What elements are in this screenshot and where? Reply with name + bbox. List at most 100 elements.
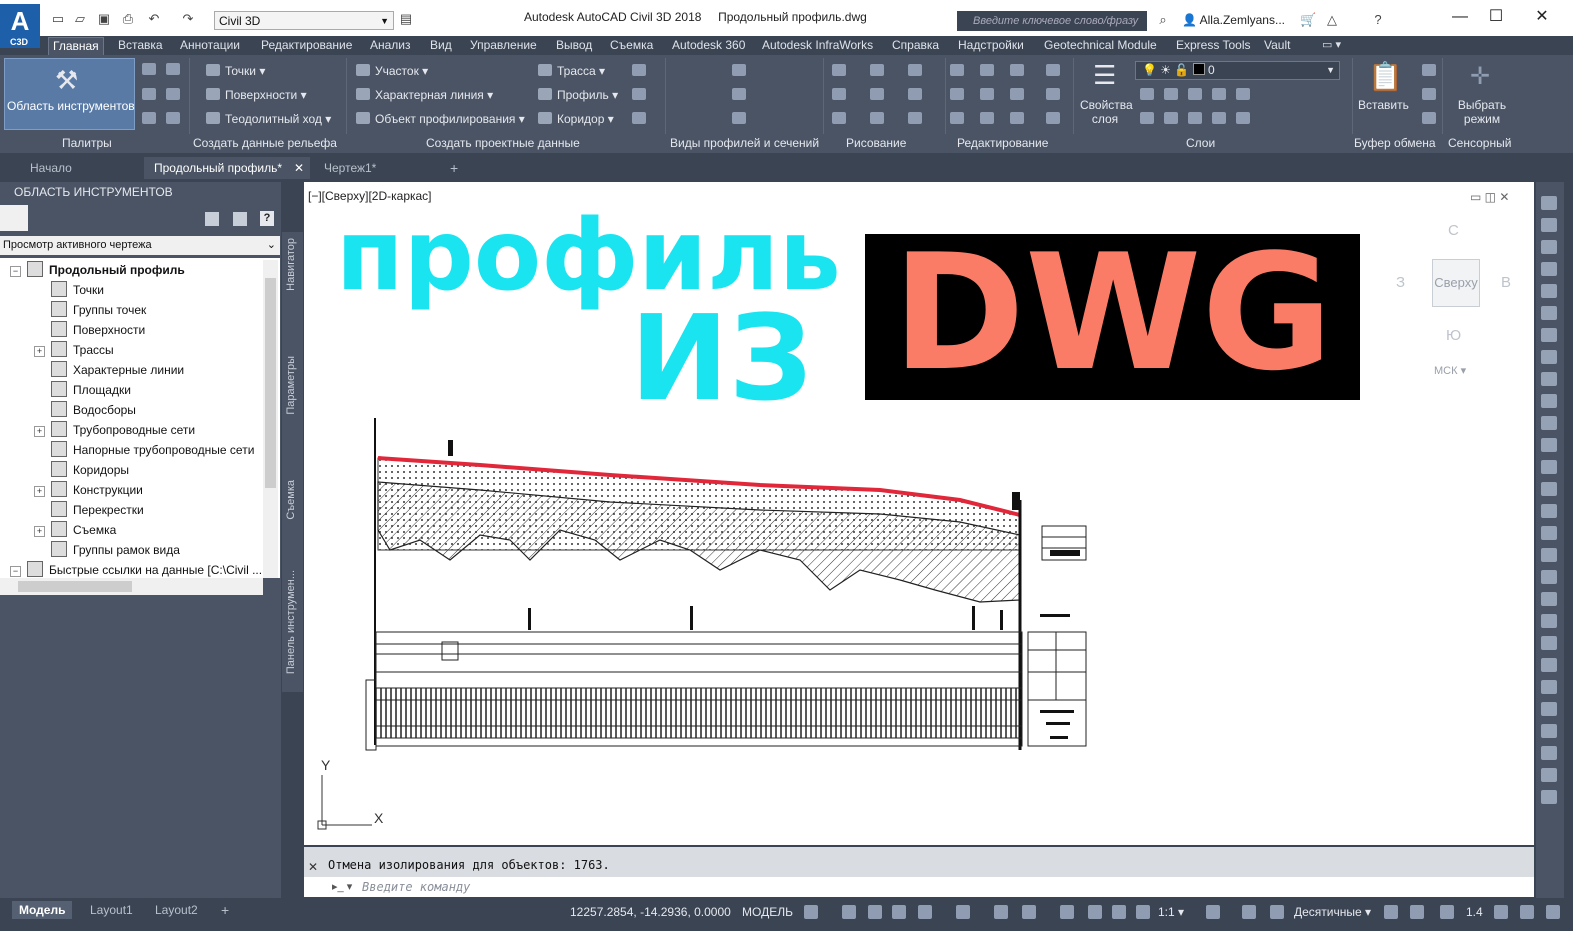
ribbon-tab-6[interactable]: Управление (466, 37, 541, 54)
nav-tool-icon[interactable] (1541, 504, 1557, 518)
open-icon[interactable]: ▱ (72, 12, 88, 26)
annotation-scale[interactable]: 1:1 ▾ (1158, 905, 1184, 919)
nav-tool-icon[interactable] (1541, 790, 1557, 804)
nav-tool-icon[interactable] (1541, 526, 1557, 540)
side-tab-navigator[interactable]: Навигатор (285, 238, 297, 291)
tree-expander-icon[interactable]: + (34, 526, 45, 537)
match-icon[interactable] (1422, 112, 1436, 124)
prospector-icon[interactable] (142, 63, 156, 75)
tree-expander-icon[interactable]: + (34, 426, 45, 437)
tree-scrollbar[interactable] (263, 260, 278, 578)
draw-tool-icon[interactable] (870, 112, 884, 124)
ribbon-panel-title-8[interactable]: Сенсорный (1448, 135, 1511, 151)
nav-tool-icon[interactable] (1541, 570, 1557, 584)
tree-item[interactable]: + Трубопроводные сети (34, 420, 195, 440)
draw-tool-icon[interactable] (832, 64, 846, 76)
status-toggle-icon[interactable] (1440, 905, 1454, 919)
draw-tool-icon[interactable] (950, 64, 964, 76)
grading-button[interactable]: Объект профилирования ▾ (356, 112, 525, 126)
layer-select[interactable]: 💡 ☀ 🔓 0 ▼ (1135, 61, 1340, 80)
model-space-toggle[interactable]: МОДЕЛЬ (742, 905, 793, 919)
status-toggle-icon[interactable] (1494, 905, 1508, 919)
tree-item[interactable]: Характерные линии (34, 360, 184, 380)
tree-item[interactable]: Группы точек (34, 300, 146, 320)
feature-line-button[interactable]: Характерная линия ▾ (356, 88, 493, 102)
viewcube-face[interactable]: Сверху (1432, 259, 1480, 307)
ribbon-tab-5[interactable]: Вид (426, 37, 456, 54)
draw-tool-icon[interactable] (950, 112, 964, 124)
corridor-button[interactable]: Коридор ▾ (538, 112, 614, 126)
draw-tool-icon[interactable] (1046, 88, 1060, 100)
view-mode-select[interactable]: Просмотр активного чертежа ⌄ (0, 236, 280, 255)
close-button[interactable]: ✕ (1524, 6, 1560, 28)
survey-icon[interactable] (142, 88, 156, 100)
tree-item[interactable]: − Продольный профиль (10, 260, 185, 280)
ribbon-panel-title-0[interactable]: Палитры (62, 135, 112, 151)
print-icon[interactable]: ⎙ (120, 12, 136, 26)
ribbon-tab-14[interactable]: Express Tools (1172, 37, 1254, 54)
status-toggle-icon[interactable] (1384, 905, 1398, 919)
tree-item[interactable]: + Трассы (34, 340, 114, 360)
sample-lines-icon[interactable] (732, 88, 746, 100)
redo-icon[interactable]: ↷ (180, 12, 196, 26)
paste-button[interactable]: Вставить (1358, 98, 1409, 112)
traverse-button[interactable]: Теодолитный ход ▾ (206, 112, 331, 126)
ribbon-tab-7[interactable]: Вывод (552, 37, 596, 54)
status-toggle-icon[interactable] (1112, 905, 1126, 919)
draw-tool-icon[interactable] (1046, 64, 1060, 76)
points-button[interactable]: Точки ▾ (206, 64, 265, 78)
ribbon-tab-12[interactable]: Надстройки (954, 37, 1028, 54)
status-toggle-icon[interactable] (918, 905, 932, 919)
status-toggle-icon[interactable] (1546, 905, 1560, 919)
nav-tool-icon[interactable] (1541, 262, 1557, 276)
surfaces-button[interactable]: Поверхности ▾ (206, 88, 307, 102)
tree-item[interactable]: Напорные трубопроводные сети (34, 440, 254, 460)
nav-tool-icon[interactable] (1541, 438, 1557, 452)
new-icon[interactable]: ▭ (50, 12, 66, 26)
draw-tool-icon[interactable] (908, 64, 922, 76)
file-tab-drawing1[interactable]: Чертеж1* (314, 157, 434, 179)
file-tab-profile[interactable]: Продольный профиль* ✕ (144, 157, 310, 179)
draw-tool-icon[interactable] (908, 112, 922, 124)
ribbon-tab-4[interactable]: Анализ (366, 37, 415, 54)
nav-tool-icon[interactable] (1541, 460, 1557, 474)
draw-tool-icon[interactable] (908, 88, 922, 100)
command-input[interactable] (304, 877, 1534, 897)
layer-tool-icon[interactable] (1236, 88, 1250, 100)
ribbon-tab-3[interactable]: Редактирование (257, 37, 356, 54)
layer-tool-icon[interactable] (1212, 112, 1226, 124)
status-toggle-icon[interactable] (1136, 905, 1150, 919)
status-toggle-icon[interactable] (1242, 905, 1256, 919)
profile-drawing[interactable] (360, 410, 1100, 755)
draw-tool-icon[interactable] (832, 88, 846, 100)
tree-item[interactable]: + Съемка (34, 520, 116, 540)
workspace-select[interactable]: Civil 3D ▼ (214, 11, 394, 30)
select-mode-button[interactable]: Выбрать режим (1457, 98, 1507, 126)
ucs-menu[interactable]: МСК ▾ (1434, 364, 1466, 377)
viewport-window-controls[interactable]: ▭ ◫ ✕ (1470, 190, 1509, 204)
status-toggle-icon[interactable] (842, 905, 856, 919)
viewcube-north[interactable]: С (1448, 222, 1459, 239)
nav-tool-icon[interactable] (1541, 702, 1557, 716)
pipe-network-icon[interactable] (632, 112, 646, 124)
ribbon-panel-title-2[interactable]: Создать проектные данные (426, 135, 580, 151)
close-icon[interactable]: ✕ (294, 157, 304, 179)
file-tab-start[interactable]: Начало (20, 157, 82, 179)
nav-tool-icon[interactable] (1541, 724, 1557, 738)
draw-tool-icon[interactable] (832, 112, 846, 124)
nav-tool-icon[interactable] (1541, 614, 1557, 628)
status-toggle-icon[interactable] (892, 905, 906, 919)
status-toggle-icon[interactable] (956, 905, 970, 919)
layer-tool-icon[interactable] (1140, 88, 1154, 100)
ribbon-tab-8[interactable]: Съемка (606, 37, 657, 54)
ribbon-panel-title-3[interactable]: Виды профилей и сечений (670, 135, 819, 151)
undo-icon[interactable]: ↶ (146, 12, 162, 26)
draw-tool-icon[interactable] (950, 88, 964, 100)
help-icon[interactable]: ? (260, 211, 274, 226)
ribbon-panel-title-5[interactable]: Редактирование (957, 135, 1048, 151)
layout-tab-model[interactable]: Модель (12, 901, 73, 919)
draw-tool-icon[interactable] (1010, 64, 1024, 76)
ribbon-tab-2[interactable]: Аннотации (176, 37, 244, 54)
tool-palette-button[interactable]: ⚒ Область инструментов (4, 58, 135, 130)
palette-tab-blank[interactable] (0, 205, 28, 231)
